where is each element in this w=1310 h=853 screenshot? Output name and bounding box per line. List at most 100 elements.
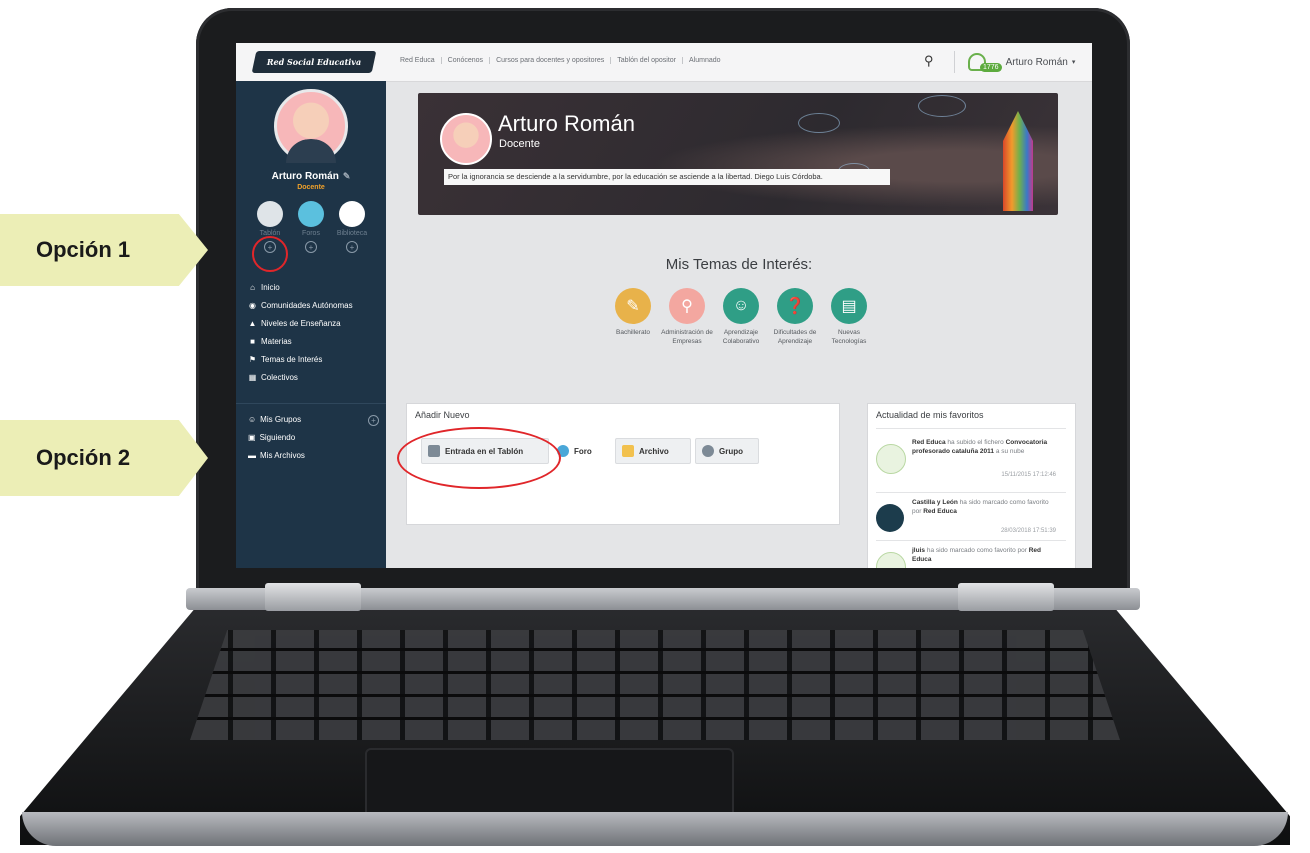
nav-link-cursos[interactable]: Cursos para docentes y opositores	[490, 57, 612, 64]
nav-link-conocenos[interactable]: Conócenos	[442, 57, 491, 64]
profile-banner: Arturo Román Docente Por la ignorancia s…	[418, 93, 1058, 215]
add-group-button[interactable]: Grupo	[695, 438, 759, 464]
search-icon[interactable]: ⚲	[924, 53, 940, 69]
group-icon	[702, 445, 714, 457]
sidebar-user-name-text: Arturo Román	[271, 171, 339, 182]
sidebar-item-niveles[interactable]: ▲ Niveles de Enseñanza	[248, 315, 353, 333]
logo-text: Red Social Educativa	[266, 57, 362, 67]
laptop-hinge-left	[265, 583, 361, 611]
sidebar-user-role: Docente	[297, 184, 325, 191]
sidebar-menu-secondary: ☺ Mis Grupos ▣ Siguiendo ▬ Mis Archivos	[248, 411, 305, 465]
favorites-title: Actualidad de mis favoritos	[876, 410, 984, 420]
sidebar-item-colectivos[interactable]: ▦ Colectivos	[248, 369, 353, 387]
sidebar-item-siguiendo[interactable]: ▣ Siguiendo	[248, 429, 305, 447]
graduation-icon: ▲	[248, 319, 257, 328]
favorites-panel: Actualidad de mis favoritos Red Educa ha…	[867, 403, 1076, 568]
sidebar-user-name: Arturo Román ✎	[236, 171, 386, 182]
topic-administracion[interactable]: ⚲ Administración de Empresas	[660, 288, 714, 346]
group-icon: ☺	[248, 415, 257, 424]
feed-text: Red Educa ha subido el fichero Convocato…	[912, 438, 1056, 456]
laptop-screen: Red Social Educativa Red Educa Conócenos…	[236, 43, 1092, 568]
sidebar-item-temas[interactable]: ⚑ Temas de Interés	[248, 351, 353, 369]
topic-dificultades[interactable]: ❓ Dificultades de Aprendizaje	[768, 288, 822, 346]
user-menu-name: Arturo Román	[1005, 56, 1068, 68]
callout-option-2: Opción 2	[0, 420, 208, 496]
books-icon[interactable]	[339, 201, 365, 227]
sidebar-item-materias[interactable]: ■ Materias	[248, 333, 353, 351]
chat-icon[interactable]	[298, 201, 324, 227]
feed-item[interactable]: Red Educa ha subido el fichero Convocato…	[876, 438, 1056, 494]
feed-actor[interactable]: jluis	[912, 547, 925, 554]
add-foro-button[interactable]: +	[305, 241, 317, 253]
sidebar-item-comunidades[interactable]: ◉ Comunidades Autónomas	[248, 297, 353, 315]
sidebar-item-label: Mis Grupos	[260, 415, 302, 424]
pencil-icon[interactable]: ✎	[343, 171, 351, 181]
feed-object[interactable]: Red Educa	[923, 508, 957, 515]
sidebar-item-label: Siguiendo	[259, 433, 296, 442]
sidebar-item-mis-archivos[interactable]: ▬ Mis Archivos	[248, 447, 305, 465]
grid-icon: ▦	[248, 373, 257, 382]
pencil-rocket-illustration	[1003, 111, 1033, 211]
button-label: Archivo	[639, 446, 669, 456]
flag-icon: ⚑	[248, 355, 257, 364]
notification-count: 1776	[980, 62, 1002, 72]
highlight-ring-option2	[397, 427, 561, 489]
add-biblioteca-button[interactable]: +	[346, 241, 358, 253]
pen-icon: ✎	[615, 288, 651, 324]
nav-link-red-educa[interactable]: Red Educa	[394, 57, 442, 64]
sidebar-item-label: Inicio	[261, 283, 280, 292]
top-bar: Red Social Educativa Red Educa Conócenos…	[236, 43, 1092, 82]
sidebar-item-label: Materias	[261, 337, 292, 346]
site-logo[interactable]: Red Social Educativa	[251, 51, 377, 73]
nav-link-alumnado[interactable]: Alumnado	[683, 57, 727, 64]
sidebar-item-label: Temas de Interés	[261, 355, 323, 364]
sidebar-item-inicio[interactable]: ⌂ Inicio	[248, 279, 353, 297]
add-file-button[interactable]: Archivo	[615, 438, 691, 464]
topic-label: Dificultades de Aprendizaje	[773, 329, 817, 345]
sidebar-item-mis-grupos[interactable]: ☺ Mis Grupos	[248, 411, 305, 429]
feed-suffix: a su nube	[995, 448, 1025, 455]
divider	[876, 540, 1066, 541]
board-icon[interactable]	[257, 201, 283, 227]
button-label: Foro	[574, 446, 592, 456]
quick-label-biblioteca: Biblioteca	[336, 230, 368, 237]
divider	[876, 428, 1066, 429]
folder-icon	[622, 445, 634, 457]
topic-label: Administración de Empresas	[661, 329, 713, 345]
feed-text: Castilla y León ha sido marcado como fav…	[912, 498, 1056, 516]
topic-aprendizaje-colaborativo[interactable]: ☺ Aprendizaje Colaborativo	[714, 288, 768, 346]
banner-name: Arturo Román	[498, 111, 635, 136]
feed-time: 28/03/2018 17:51:39	[1000, 528, 1056, 534]
nav-link-tablon-opositor[interactable]: Tablón del opositor	[611, 57, 683, 64]
topbar-divider	[954, 51, 955, 73]
avatar	[876, 444, 906, 474]
cloud-doodle	[798, 113, 840, 133]
topic-nuevas-tecnologias[interactable]: ▤ Nuevas Tecnologías	[822, 288, 876, 346]
topic-label: Nuevas Tecnologías	[831, 329, 867, 345]
topic-label: Bachillerato	[616, 329, 650, 336]
cloud-doodle	[918, 95, 966, 117]
add-group-button[interactable]: +	[368, 415, 379, 426]
people-icon: ☺	[723, 288, 759, 324]
sidebar-divider	[236, 403, 386, 404]
banner-role: Docente	[499, 138, 540, 150]
button-label: Grupo	[719, 446, 743, 456]
feed-text: jluis ha sido marcado como favorito por …	[912, 546, 1056, 564]
laptop-base-rim	[22, 812, 1288, 846]
key-icon: ⚲	[669, 288, 705, 324]
interest-topics: ✎ Bachillerato ⚲ Administración de Empresa…	[606, 288, 876, 346]
user-menu[interactable]: 1776 Arturo Román ▾	[968, 52, 1075, 72]
map-pin-icon: ◉	[249, 301, 256, 310]
feed-verb: ha sido marcado como favorito por	[926, 547, 1027, 554]
folder-icon: ▬	[248, 451, 256, 460]
avatar	[876, 552, 906, 568]
sidebar: Arturo Román ✎ Docente Tablón Foros Bibli…	[236, 81, 386, 568]
feed-actor[interactable]: Castilla y León	[912, 499, 958, 506]
sidebar-item-label: Niveles de Enseñanza	[261, 319, 341, 328]
avatar	[876, 504, 904, 532]
feed-item[interactable]: jluis ha sido marcado como favorito por …	[876, 546, 1056, 568]
topic-bachillerato[interactable]: ✎ Bachillerato	[606, 288, 660, 346]
feed-actor[interactable]: Red Educa	[912, 439, 946, 446]
folder-icon: ■	[250, 337, 255, 346]
home-icon: ⌂	[250, 283, 255, 292]
